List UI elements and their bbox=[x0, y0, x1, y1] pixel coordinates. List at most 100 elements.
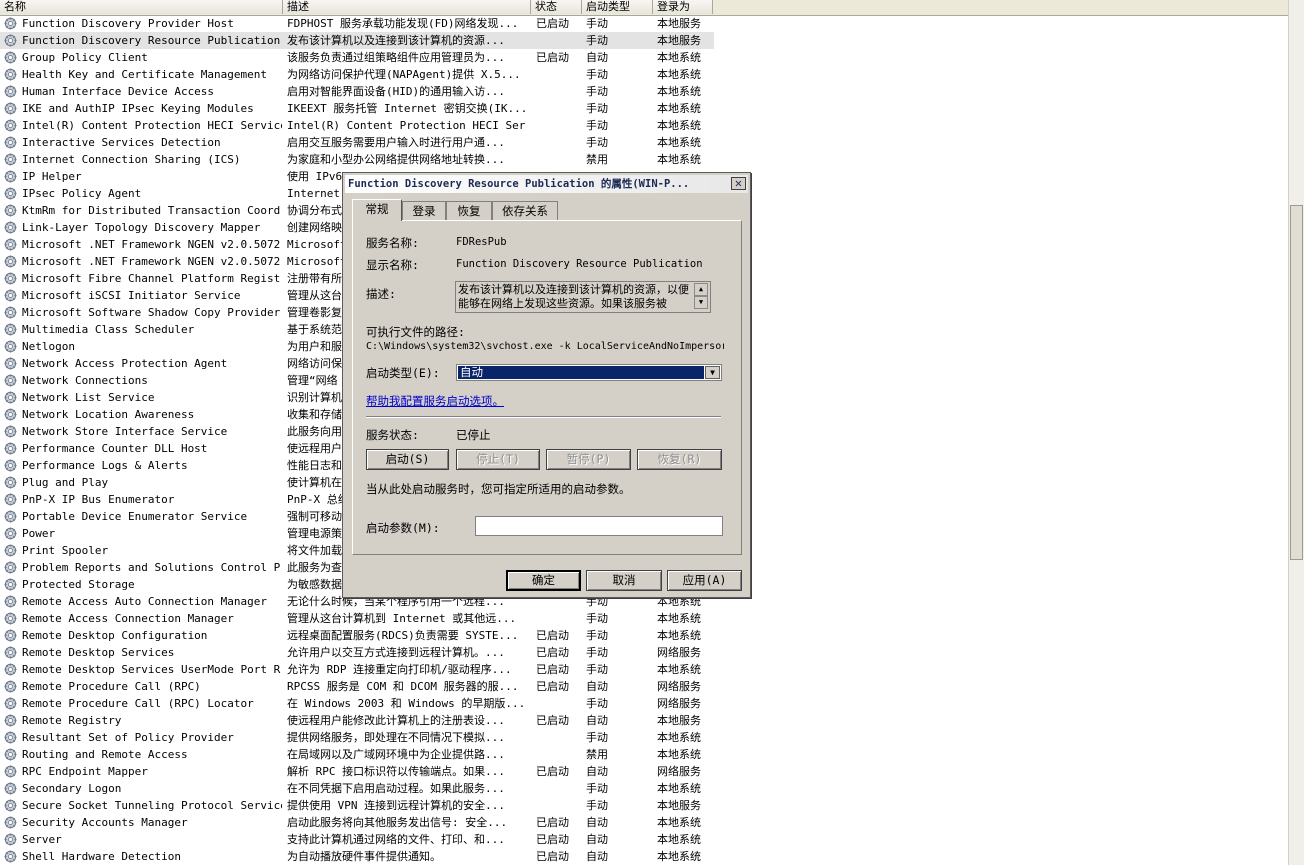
startup-type-select[interactable]: 自动 ▼ bbox=[456, 364, 722, 381]
table-row[interactable]: RPC Endpoint Mapper 解析 RPC 接口标识符以传输端点。如果.… bbox=[0, 763, 714, 780]
table-row[interactable]: Function Discovery Provider Host FDPHOST … bbox=[0, 15, 714, 32]
table-row[interactable]: Secure Socket Tunneling Protocol Service… bbox=[0, 797, 714, 814]
table-row[interactable]: Remote Desktop Services 允许用户以交互方式连接到远程计算机… bbox=[0, 644, 714, 661]
service-gear-icon bbox=[4, 289, 17, 302]
service-gear-icon bbox=[4, 680, 17, 693]
stop-button[interactable]: 停止(T) bbox=[456, 449, 540, 470]
table-row[interactable]: Security Accounts Manager 启动此服务将向其他服务发出信号… bbox=[0, 814, 714, 831]
service-startup-type-cell: 手动 bbox=[586, 612, 608, 625]
start-button[interactable]: 启动(S) bbox=[366, 449, 449, 470]
dialog-titlebar[interactable]: Function Discovery Resource Publication … bbox=[345, 175, 748, 193]
service-gear-icon bbox=[4, 782, 17, 795]
table-row[interactable]: Routing and Remote Access 在局域网以及广域网环境中为企业… bbox=[0, 746, 714, 763]
service-logon-cell: 本地系统 bbox=[657, 68, 701, 81]
service-name-cell: Performance Counter DLL Host bbox=[22, 442, 208, 455]
table-row[interactable]: Remote Desktop Configuration 远程桌面配置服务(RDC… bbox=[0, 627, 714, 644]
apply-button[interactable]: 应用(A) bbox=[667, 570, 742, 591]
ok-button[interactable]: 确定 bbox=[506, 570, 581, 591]
column-header-status[interactable]: 状态 bbox=[531, 0, 582, 14]
service-status-cell: 已启动 bbox=[536, 51, 569, 64]
service-name-cell: Remote Desktop Configuration bbox=[22, 629, 208, 642]
description-scrollbar[interactable]: ▲ ▼ bbox=[693, 283, 709, 311]
service-startup-type-cell: 自动 bbox=[586, 850, 608, 863]
pause-button[interactable]: 暂停(P) bbox=[546, 449, 631, 470]
service-name-cell: KtmRm for Distributed Transaction Coord.… bbox=[22, 204, 282, 217]
table-row[interactable]: Remote Registry 使远程用户能修改此计算机上的注册表设... 已启动 自… bbox=[0, 712, 714, 729]
service-name-cell: Multimedia Class Scheduler bbox=[22, 323, 195, 336]
table-row[interactable]: Intel(R) Content Protection HECI Service… bbox=[0, 117, 714, 134]
table-row[interactable]: Remote Procedure Call (RPC) RPCSS 服务是 COM… bbox=[0, 678, 714, 695]
service-gear-icon bbox=[4, 51, 17, 64]
tab-general[interactable]: 常规 bbox=[352, 199, 402, 221]
description-box[interactable]: 发布该计算机以及连接到该计算机的资源，以便能够在网络上发现这些资源。如果该服务被… bbox=[455, 281, 711, 313]
service-startup-type-cell: 手动 bbox=[586, 663, 608, 676]
service-gear-icon bbox=[4, 765, 17, 778]
table-row[interactable]: Human Interface Device Access 启用对智能界面设备(H… bbox=[0, 83, 714, 100]
display-name-value: Function Discovery Resource Publication bbox=[456, 258, 703, 270]
resume-button[interactable]: 恢复(R) bbox=[637, 449, 722, 470]
service-name-cell: Link-Layer Topology Discovery Mapper bbox=[22, 221, 261, 234]
list-header: 名称 描述 状态 启动类型 登录为 bbox=[0, 0, 1288, 16]
scrollbar-thumb[interactable] bbox=[1290, 205, 1303, 560]
service-gear-icon bbox=[4, 68, 17, 81]
service-name-cell: Remote Procedure Call (RPC) bbox=[22, 680, 201, 693]
tab-dependencies[interactable]: 依存关系 bbox=[492, 201, 558, 220]
table-row[interactable]: Internet Connection Sharing (ICS) 为家庭和小型办… bbox=[0, 151, 714, 168]
service-name-cell: Secondary Logon bbox=[22, 782, 122, 795]
service-gear-icon bbox=[4, 425, 17, 438]
service-gear-icon bbox=[4, 238, 17, 251]
service-name-cell: Network Access Protection Agent bbox=[22, 357, 228, 370]
service-gear-icon bbox=[4, 153, 17, 166]
column-header-name[interactable]: 名称 bbox=[0, 0, 283, 14]
service-status-label: 服务状态: bbox=[366, 428, 419, 442]
table-row[interactable]: Remote Procedure Call (RPC) Locator 在 Win… bbox=[0, 695, 714, 712]
service-name-cell: Microsoft Fibre Channel Platform Regist.… bbox=[22, 272, 282, 285]
service-logon-cell: 网络服务 bbox=[657, 646, 701, 659]
service-status-cell: 已启动 bbox=[536, 629, 569, 642]
table-row[interactable]: IKE and AuthIP IPsec Keying Modules IKEEX… bbox=[0, 100, 714, 117]
table-row[interactable]: Secondary Logon 在不同凭据下启用启动过程。如果此服务... 手动 本地… bbox=[0, 780, 714, 797]
scroll-up-icon[interactable]: ▲ bbox=[694, 283, 708, 296]
column-header-description[interactable]: 描述 bbox=[283, 0, 531, 14]
service-startup-type-cell: 自动 bbox=[586, 833, 608, 846]
table-row[interactable]: Interactive Services Detection 启用交互服务需要用户… bbox=[0, 134, 714, 151]
tab-logon[interactable]: 登录 bbox=[402, 201, 446, 220]
table-row[interactable]: Resultant Set of Policy Provider 提供网络服务，即… bbox=[0, 729, 714, 746]
service-description-cell: 启用交互服务需要用户输入时进行用户通... bbox=[287, 136, 505, 149]
service-gear-icon bbox=[4, 799, 17, 812]
description-text: 发布该计算机以及连接到该计算机的资源，以便能够在网络上发现这些资源。如果该服务被 bbox=[458, 283, 689, 310]
service-startup-type-cell: 手动 bbox=[586, 85, 608, 98]
help-configure-link[interactable]: 帮助我配置服务启动选项。 bbox=[366, 393, 504, 409]
column-header-logon-as[interactable]: 登录为 bbox=[653, 0, 713, 14]
table-row[interactable]: Shell Hardware Detection 为自动播放硬件事件提供通知。 已启… bbox=[0, 848, 714, 865]
service-name-cell: Remote Desktop Services UserMode Port R.… bbox=[22, 663, 282, 676]
close-icon[interactable]: ✕ bbox=[731, 177, 746, 190]
service-startup-type-cell: 手动 bbox=[586, 102, 608, 115]
cancel-button[interactable]: 取消 bbox=[586, 570, 662, 591]
start-params-input[interactable] bbox=[475, 516, 723, 536]
tab-recovery[interactable]: 恢复 bbox=[446, 201, 492, 220]
service-description-cell: 为家庭和小型办公网络提供网络地址转换... bbox=[287, 153, 505, 166]
service-startup-type-cell: 手动 bbox=[586, 646, 608, 659]
table-row[interactable]: Group Policy Client 该服务负责通过组策略组件应用管理员为...… bbox=[0, 49, 714, 66]
service-logon-cell: 网络服务 bbox=[657, 680, 701, 693]
service-description-cell: 为网络访问保护代理(NAPAgent)提供 X.5... bbox=[287, 68, 521, 81]
service-gear-icon bbox=[4, 578, 17, 591]
service-name-cell: Human Interface Device Access bbox=[22, 85, 215, 98]
scroll-down-icon[interactable]: ▼ bbox=[694, 296, 708, 309]
chevron-down-icon[interactable]: ▼ bbox=[705, 366, 720, 379]
service-logon-cell: 网络服务 bbox=[657, 765, 701, 778]
service-description-cell: IKEEXT 服务托管 Internet 密钥交换(IK... bbox=[287, 102, 527, 115]
table-row[interactable]: Function Discovery Resource Publication 发… bbox=[0, 32, 714, 49]
service-description-cell: FDPHOST 服务承载功能发现(FD)网络发现... bbox=[287, 17, 519, 30]
vertical-scrollbar[interactable] bbox=[1288, 0, 1304, 865]
service-name-value: FDResPub bbox=[456, 236, 507, 248]
table-row[interactable]: Remote Access Connection Manager 管理从这台计算机… bbox=[0, 610, 714, 627]
column-header-startup-type[interactable]: 启动类型 bbox=[582, 0, 653, 14]
service-gear-icon bbox=[4, 510, 17, 523]
table-row[interactable]: Health Key and Certificate Management 为网络… bbox=[0, 66, 714, 83]
table-row[interactable]: Server 支持此计算机通过网络的文件、打印、和... 已启动 自动 本地系统 bbox=[0, 831, 714, 848]
service-logon-cell: 本地系统 bbox=[657, 102, 701, 115]
table-row[interactable]: Remote Desktop Services UserMode Port R.… bbox=[0, 661, 714, 678]
service-startup-type-cell: 禁用 bbox=[586, 153, 608, 166]
